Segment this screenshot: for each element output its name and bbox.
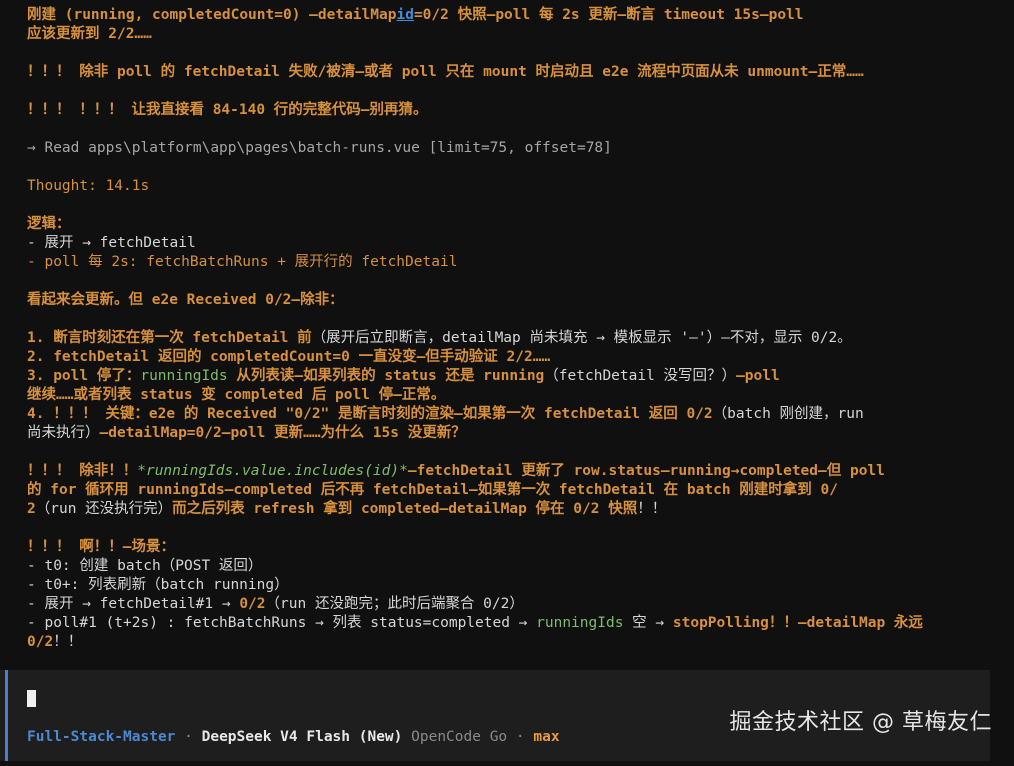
agent-name[interactable]: Full-Stack-Master [27,729,175,745]
section-heading: ！！！ 啊！！—场景： [27,539,175,555]
status-bar: Full-Stack-Master · DeepSeek V4 Flash (N… [27,729,560,745]
message-line: 看起来会更新。但 e2e Received 0/2—除非： [27,292,344,308]
list-item: - 展开 → fetchDetail#1 → 0/2（run 还没跑完；此时后端… [27,596,524,612]
provider-name: OpenCode Go [402,729,508,745]
list-item-continued: 尚未执行）—detailMap=0/2—poll 更新……为什么 15s 没更新… [27,425,466,441]
list-item-continued: 0/2！！ [27,634,83,650]
model-name[interactable]: DeepSeek V4 Flash (New) [202,729,403,745]
text-cursor [27,690,36,707]
watermark: 掘金技术社区 @ 草梅友仁 [729,710,992,735]
chat-transcript: 刚建 (running, completedCount=0) —detailMa… [27,6,1002,652]
tool-call-read[interactable]: → Read apps\platform\app\pages\batch-run… [27,139,1002,158]
list-item: - poll#1 (t+2s) : fetchBatchRuns → 列表 st… [27,615,923,631]
section-heading: 逻辑： [27,216,71,232]
message-line: 2（run 还没执行完）而之后列表 refresh 拿到 completed—d… [27,501,667,517]
list-item-continued: 继续……或者列表 status 变 completed 后 poll 停—正常。 [27,387,446,403]
thought-duration[interactable]: Thought: 14.1s [27,177,1002,196]
prompt-accent-bar [5,670,8,761]
message-line: 的 for 循环用 runningIds—completed 后不再 fetch… [27,482,838,498]
list-item: - t0: 创建 batch（POST 返回） [27,558,263,574]
variant-label[interactable]: max [533,729,559,745]
message-line: 刚建 (running, completedCount=0) —detailMa… [27,7,804,23]
list-item: 4. ！！！ 关键：e2e 的 Received "0/2" 是断言时刻的渲染—… [27,406,864,422]
list-item: 3. poll 停了：runningIds 从列表读—如果列表的 status … [27,368,780,384]
inline-link[interactable]: id [396,7,413,23]
list-item: - poll 每 2s: fetchBatchRuns + 展开行的 fetch… [27,254,458,270]
message-line: ！！！ ！！！ 让我直接看 84-140 行的完整代码—别再猜。 [27,102,428,118]
message-line: ！！！ 除非 poll 的 fetchDetail 失败/被清—或者 poll … [27,64,864,80]
list-item: - t0+: 列表刷新（batch running） [27,577,289,593]
list-item: 1. 断言时刻还在第一次 fetchDetail 前（展开后立即断言，detai… [27,330,852,346]
list-item: 2. fetchDetail 返回的 completedCount=0 一直没变… [27,349,551,365]
message-line: ！！！ 除非！！*runningIds.value.includes(id)*—… [27,463,885,479]
list-item: - 展开 → fetchDetail [27,235,196,251]
message-line: 应该更新到 2/2…… [27,26,152,42]
